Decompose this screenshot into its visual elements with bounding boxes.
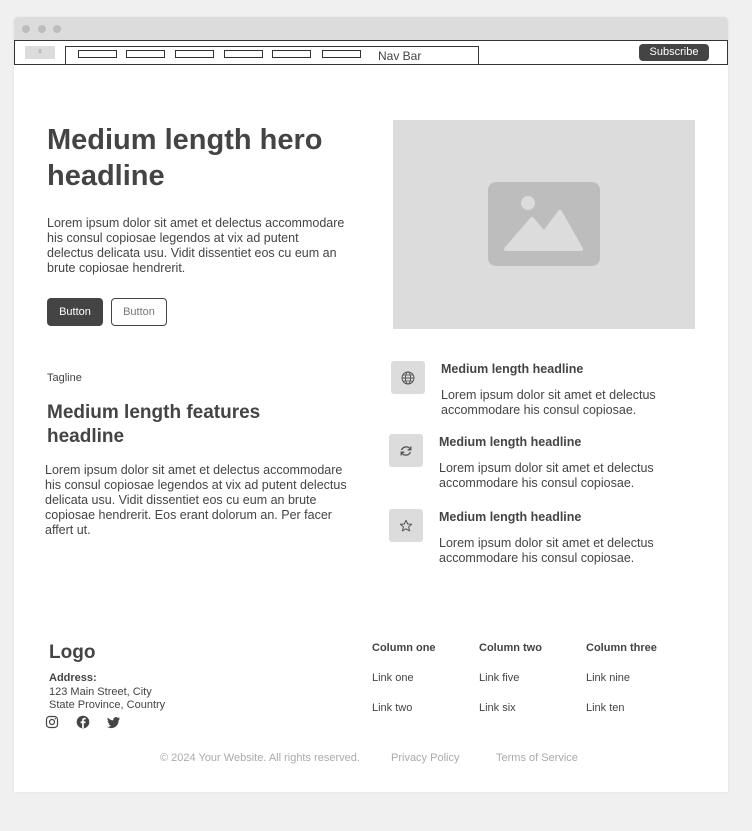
privacy-policy-link[interactable]: Privacy Policy — [391, 752, 459, 764]
nav-link-6[interactable] — [322, 50, 361, 58]
features-tagline: Tagline — [47, 372, 82, 384]
refresh-icon — [400, 446, 412, 456]
footer-column-heading: Column one — [372, 642, 436, 654]
subscribe-button[interactable]: Subscribe — [639, 44, 709, 61]
copyright-text: © 2024 Your Website. All rights reserved… — [160, 752, 360, 764]
feature-text: Lorem ipsum dolor sit amet et delectus a… — [439, 461, 654, 490]
footer-link[interactable]: Link five — [479, 672, 519, 684]
star-icon — [399, 519, 413, 532]
instagram-icon[interactable] — [45, 715, 59, 729]
nav-logo[interactable]: ≡ — [25, 46, 55, 59]
footer-column-heading: Column three — [586, 642, 657, 654]
footer-link[interactable]: Link ten — [586, 702, 625, 714]
feature-icon-box — [391, 361, 425, 394]
features-headline: Medium length features headline — [47, 402, 261, 447]
window-close-dot[interactable] — [22, 25, 30, 33]
footer-logo[interactable]: Logo — [49, 642, 95, 664]
facebook-icon[interactable] — [76, 715, 90, 729]
footer-link[interactable]: Link two — [372, 702, 412, 714]
footer-link[interactable]: Link one — [372, 672, 414, 684]
window-minimize-dot[interactable] — [38, 25, 46, 33]
globe-icon — [401, 371, 415, 385]
feature-text: Lorem ipsum dolor sit amet et delectus a… — [439, 536, 654, 565]
nav-link-2[interactable] — [126, 50, 165, 58]
nav-link-3[interactable] — [175, 50, 214, 58]
address-label: Address: — [49, 672, 97, 684]
browser-window: ≡ Nav Bar Subscribe Medium length hero h… — [14, 17, 728, 792]
address-line-2: State Province, Country — [49, 699, 166, 711]
nav-bar: ≡ Nav Bar Subscribe — [14, 40, 728, 65]
nav-link-5[interactable] — [272, 50, 311, 58]
nav-link-1[interactable] — [78, 50, 117, 58]
feature-icon-box — [389, 434, 423, 467]
features-description: Lorem ipsum dolor sit amet et delectus a… — [45, 463, 347, 537]
footer-column-heading: Column two — [479, 642, 542, 654]
feature-icon-box — [389, 509, 423, 542]
window-titlebar — [14, 17, 728, 40]
hero-image-placeholder — [393, 120, 695, 329]
hero-description: Lorem ipsum dolor sit amet et delectus a… — [47, 216, 345, 275]
footer-link[interactable]: Link nine — [586, 672, 630, 684]
feature-title: Medium length headline — [439, 510, 582, 524]
feature-title: Medium length headline — [439, 435, 582, 449]
terms-of-service-link[interactable]: Terms of Service — [496, 752, 578, 764]
image-placeholder-icon — [488, 182, 600, 266]
nav-bar-label: Nav Bar — [378, 49, 422, 63]
twitter-icon[interactable] — [107, 715, 121, 729]
hero-primary-button[interactable]: Button — [47, 298, 103, 326]
feature-title: Medium length headline — [441, 362, 584, 376]
hero-headline: Medium length hero headline — [47, 124, 323, 192]
nav-links-container: Nav Bar — [65, 46, 479, 65]
window-maximize-dot[interactable] — [53, 25, 61, 33]
footer-link[interactable]: Link six — [479, 702, 516, 714]
feature-text: Lorem ipsum dolor sit amet et delectus a… — [441, 388, 656, 417]
nav-link-4[interactable] — [224, 50, 263, 58]
address-line-1: 123 Main Street, City — [49, 686, 152, 698]
hero-secondary-button[interactable]: Button — [111, 298, 167, 326]
